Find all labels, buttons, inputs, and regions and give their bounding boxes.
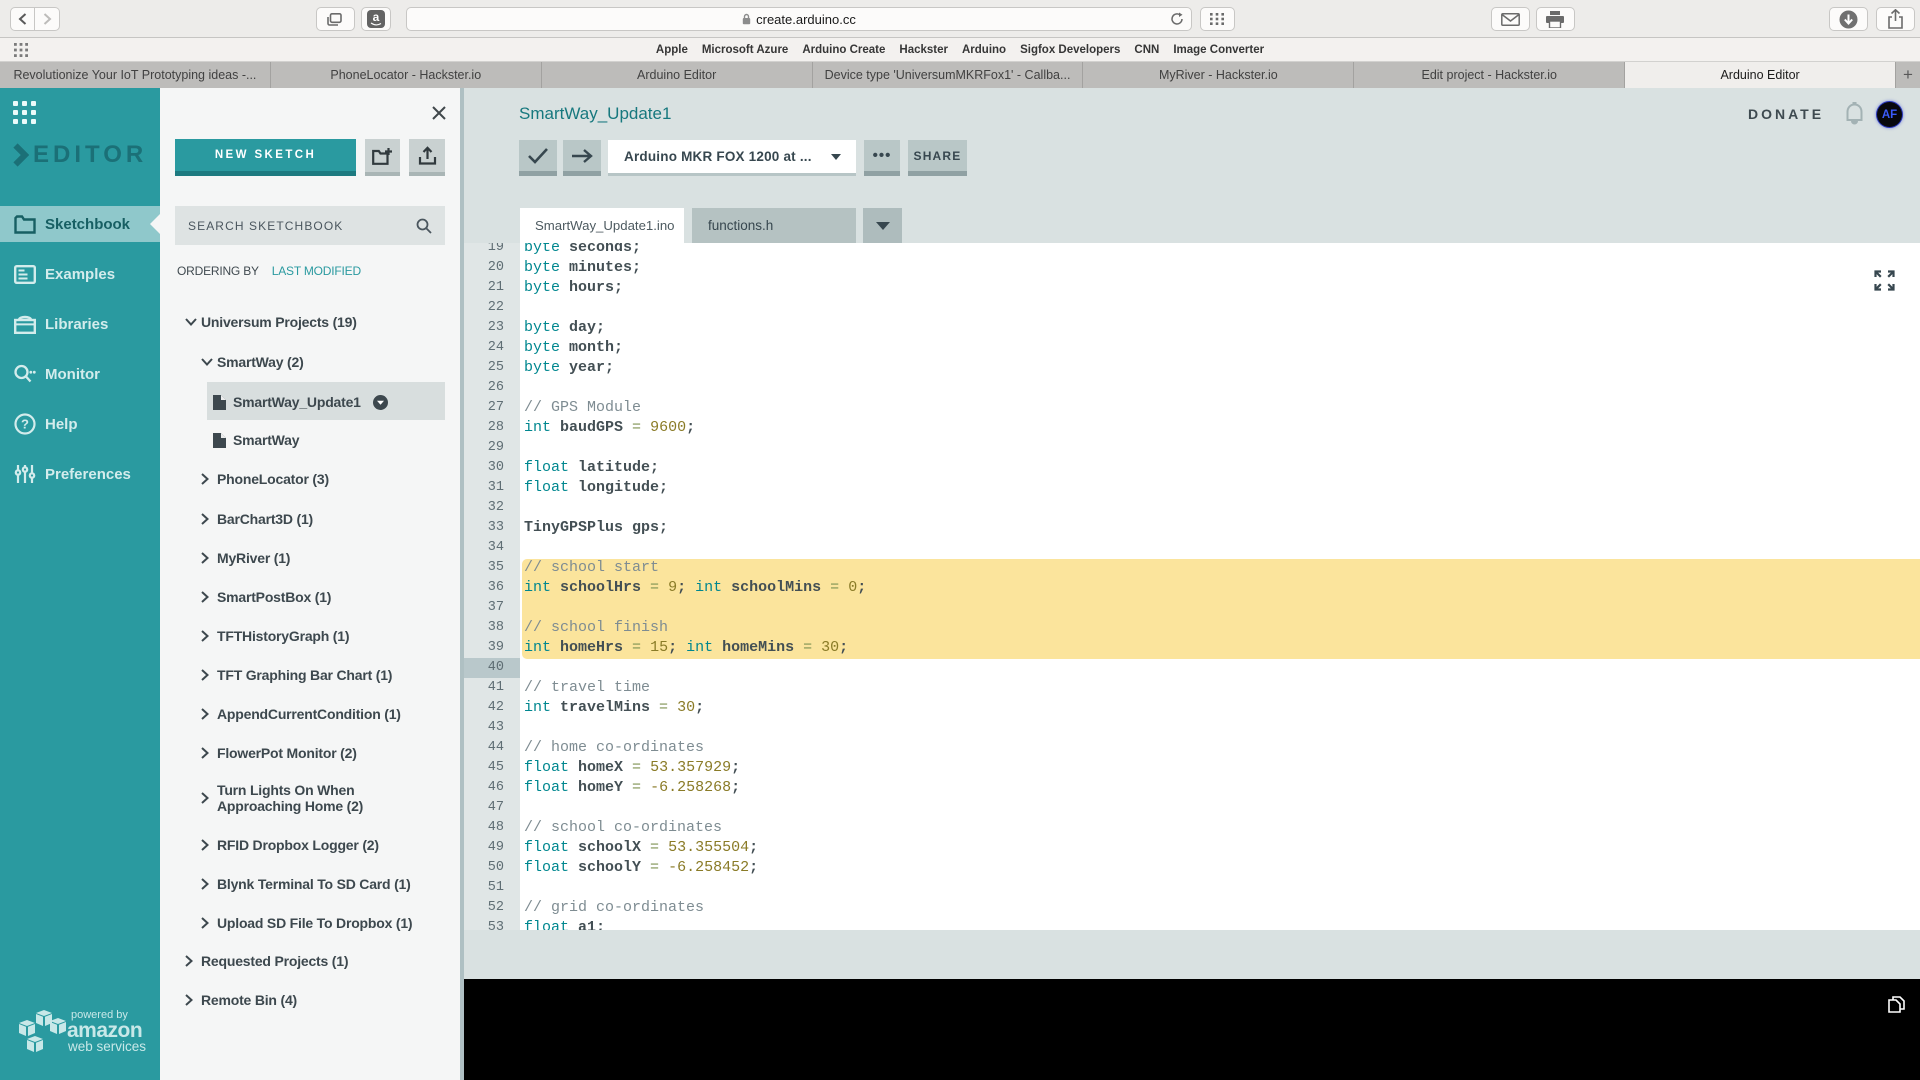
svg-text:web services: web services xyxy=(67,1039,146,1054)
svg-text:?: ? xyxy=(21,417,29,432)
